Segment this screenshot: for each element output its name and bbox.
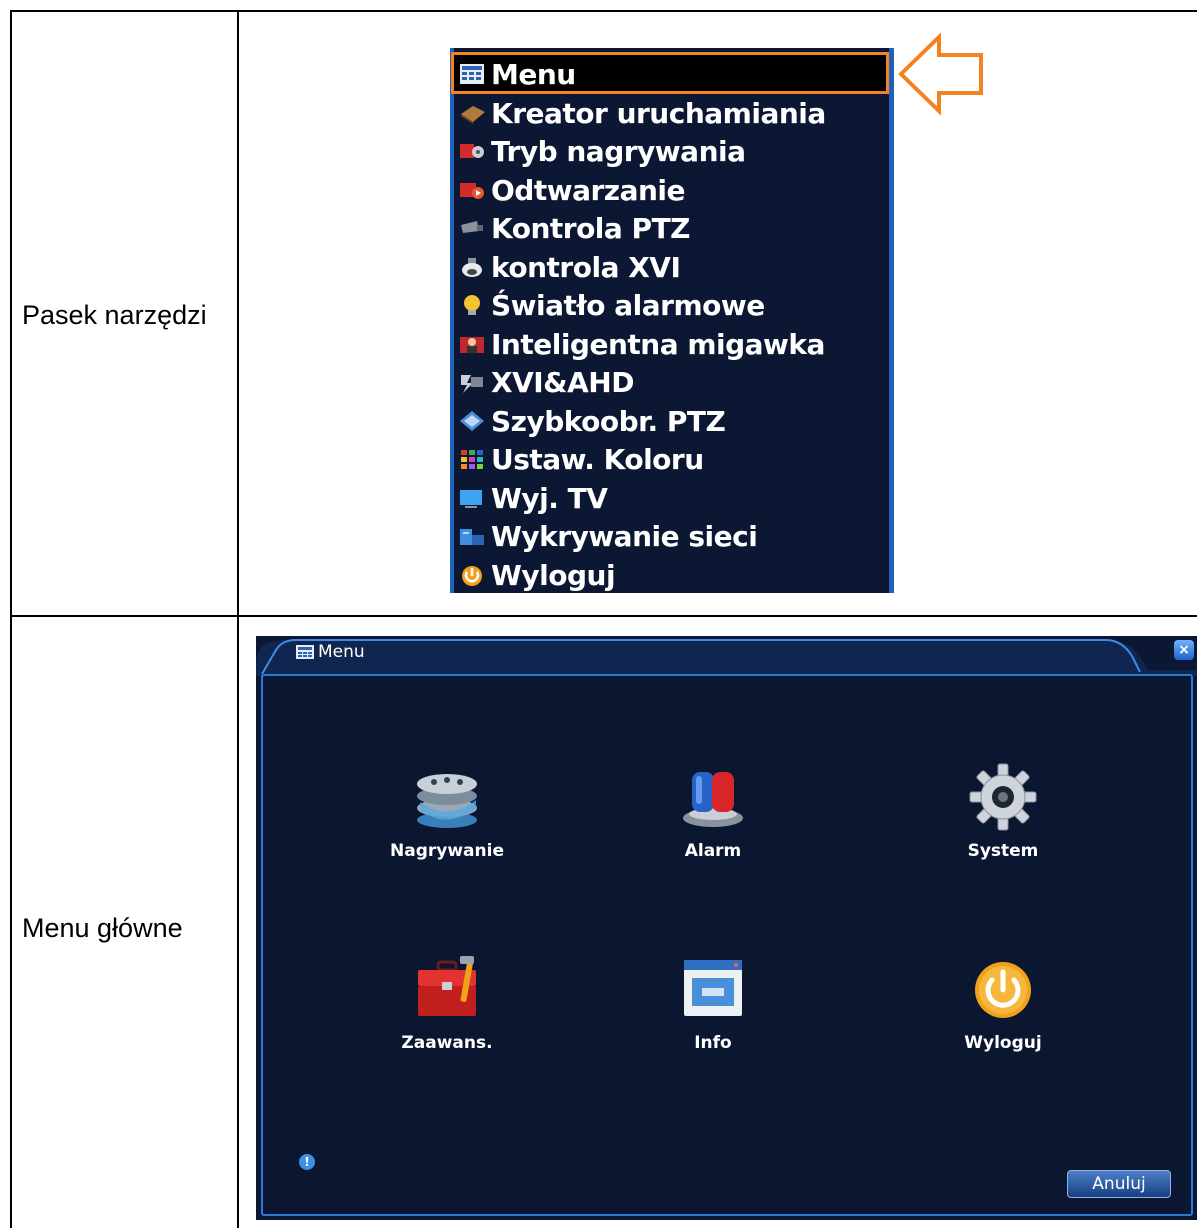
toolbar-item-label: kontrola XVI xyxy=(491,250,681,284)
menu-title-text: Menu xyxy=(318,642,365,662)
toolbar-item-label: Wyloguj xyxy=(491,558,616,592)
toolbar-item-14[interactable]: Wyloguj xyxy=(459,556,616,594)
toolbar-item-2[interactable]: Kreator uruchamiania xyxy=(459,94,826,132)
tile-label: Zaawans. xyxy=(401,1033,493,1053)
toolbar-item-12[interactable]: Wyj. TV xyxy=(459,479,608,517)
dome-camera-icon xyxy=(462,258,482,277)
tile-wyloguj[interactable]: Wyloguj xyxy=(903,954,1103,1053)
info-window-icon xyxy=(684,960,742,1016)
network-detect-icon xyxy=(460,529,484,545)
toolbar-item-label: Kontrola PTZ xyxy=(491,211,690,245)
toolbar-item-13[interactable]: Wykrywanie sieci xyxy=(459,517,758,555)
toolbar-item-7[interactable]: Światło alarmowe xyxy=(459,286,765,324)
menu-body: Nagrywanie Alarm System Zaawans. Info Wy… xyxy=(261,674,1193,1216)
siren-icon xyxy=(683,772,743,827)
tile-label: System xyxy=(967,841,1039,861)
color-grid-icon xyxy=(461,450,483,469)
toolbar-item-label: Ustaw. Koloru xyxy=(491,442,704,476)
close-button[interactable]: × xyxy=(1174,640,1194,660)
toolbar-item-label: Wyj. TV xyxy=(491,481,608,515)
toolbar-item-10[interactable]: Szybkoobr. PTZ xyxy=(459,402,726,440)
table-row-divider xyxy=(10,615,1197,617)
power-icon xyxy=(975,962,1031,1018)
toolbar-item-label: Inteligentna migawka xyxy=(491,327,825,361)
toolbar-item-label: Menu xyxy=(491,57,576,91)
toolbar-left-edge xyxy=(450,48,454,593)
row-label-main-menu: Menu główne xyxy=(22,913,183,943)
info-indicator-icon[interactable]: ! xyxy=(299,1154,315,1170)
table-column-divider xyxy=(237,10,239,1228)
tile-label: Nagrywanie xyxy=(390,841,504,861)
ptz-camera-icon xyxy=(461,221,483,233)
tile-alarm[interactable]: Alarm xyxy=(613,762,813,861)
toolbar-item-8[interactable]: Inteligentna migawka xyxy=(459,325,825,363)
tile-label: Alarm xyxy=(684,841,742,861)
snapshot-person-icon xyxy=(460,337,484,353)
toolbar-item-label: Światło alarmowe xyxy=(491,288,765,322)
film-reels-icon xyxy=(417,774,477,828)
orange-arrow-icon xyxy=(898,33,983,115)
playback-icon xyxy=(460,183,484,199)
tile-nagrywanie[interactable]: Nagrywanie xyxy=(347,762,547,861)
xvi-ahd-icon xyxy=(461,375,483,393)
toolbar-item-11[interactable]: Ustaw. Koloru xyxy=(459,440,704,478)
tile-zaawans[interactable]: Zaawans. xyxy=(347,954,547,1053)
toolbar-item-label: Odtwarzanie xyxy=(491,173,686,207)
power-icon xyxy=(462,566,482,586)
menu-grid-icon xyxy=(460,64,484,84)
toolbar-right-edge xyxy=(889,48,894,593)
toolbar-item-label: Szybkoobr. PTZ xyxy=(491,404,726,438)
toolbar-item-label: Tryb nagrywania xyxy=(491,134,746,168)
record-mode-icon xyxy=(460,144,484,158)
toolbar-item-9[interactable]: XVI&AHD xyxy=(459,363,634,401)
toolbar-item-label: Kreator uruchamiania xyxy=(491,96,826,130)
menu-window-title: Menu xyxy=(296,642,365,662)
toolbar-item-label: Wykrywanie sieci xyxy=(491,519,758,553)
tile-info[interactable]: Info xyxy=(613,954,813,1053)
table-border-left xyxy=(10,10,12,1228)
tile-label: Wyloguj xyxy=(964,1033,1042,1053)
toolbar-item-4[interactable]: Odtwarzanie xyxy=(459,171,686,209)
tile-system[interactable]: System xyxy=(903,762,1103,861)
toolbar-item-6[interactable]: kontrola XVI xyxy=(459,248,681,286)
cancel-button[interactable]: Anuluj xyxy=(1067,1170,1171,1198)
toolbar-item-label: XVI&AHD xyxy=(491,365,634,399)
menu-grid-icon xyxy=(296,645,314,659)
gear-icon xyxy=(969,763,1037,831)
wizard-book-icon xyxy=(461,106,485,124)
toolbar-item-3[interactable]: Tryb nagrywania xyxy=(459,132,746,170)
table-border-top xyxy=(10,10,1197,12)
tv-output-icon xyxy=(460,490,482,508)
lightbulb-icon xyxy=(464,295,480,315)
toolbar-item-5[interactable]: Kontrola PTZ xyxy=(459,209,690,247)
menu-titlebar xyxy=(256,639,1197,676)
ptz-quick-icon xyxy=(460,411,484,431)
tile-label: Info xyxy=(694,1033,732,1053)
toolbox-icon xyxy=(418,956,476,1016)
main-menu-screenshot: Menu × Nagrywanie Alarm System Zaawans. … xyxy=(256,636,1197,1220)
toolbar-item-1[interactable]: Menu xyxy=(459,55,576,93)
row-label-toolbar: Pasek narzędzi xyxy=(22,300,207,330)
